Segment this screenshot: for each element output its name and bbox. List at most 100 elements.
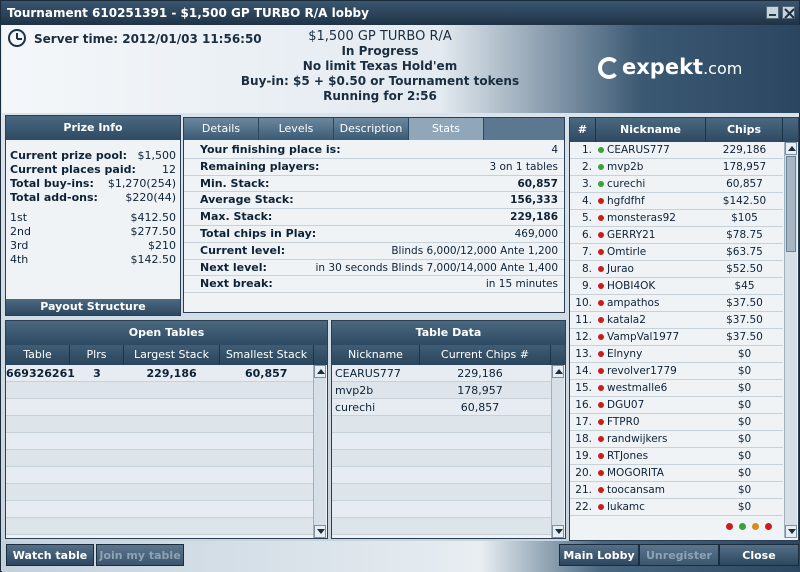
player-row[interactable]: 5. monsteras92 $105 bbox=[570, 210, 783, 227]
player-row[interactable]: 10. ampathos $37.50 bbox=[570, 295, 783, 312]
player-row[interactable]: 17. FTPR0 $0 bbox=[570, 414, 783, 431]
player-chips: $0 bbox=[737, 450, 752, 462]
col-rank[interactable]: # bbox=[570, 118, 596, 142]
player-row[interactable]: 1. CEARUS777 229,186 bbox=[570, 142, 783, 159]
status-dot-icon bbox=[598, 300, 604, 306]
player-nickname-cell: lukamc bbox=[596, 499, 706, 515]
player-nickname-cell: MOGORITA bbox=[596, 465, 706, 481]
tab-description[interactable]: Description bbox=[334, 118, 409, 140]
main-lobby-button[interactable]: Main Lobby bbox=[559, 544, 639, 566]
col-table[interactable]: Table bbox=[6, 345, 70, 365]
open-tables-header: Table Plrs Largest Stack Smallest Stack bbox=[6, 345, 327, 365]
player-nickname-cell: revolver1779 bbox=[596, 363, 706, 379]
player-nickname: toocansam bbox=[607, 483, 665, 496]
player-chips: $37.50 bbox=[726, 331, 763, 343]
player-row[interactable]: 3. curechi 60,857 bbox=[570, 176, 783, 193]
stats-list: Your finishing place is: 4 Remaining playe… bbox=[184, 140, 564, 294]
stat-label: Min. Stack: bbox=[200, 176, 270, 190]
player-row[interactable]: 18. randwijkers $0 bbox=[570, 431, 783, 448]
prize-row: Total buy-ins: $1,270(254) bbox=[10, 177, 176, 191]
stat-row: Remaining players: 3 on 1 tables bbox=[184, 159, 564, 176]
watch-table-button[interactable]: Watch table bbox=[6, 544, 94, 566]
players-panel: # Nickname Chips 1. CEARUS777 229,186 2. mvp… bbox=[569, 117, 799, 541]
payout-place-row: 1st $412.50 bbox=[10, 211, 176, 225]
scroll-thumb[interactable] bbox=[786, 156, 796, 252]
scroll-up-icon[interactable] bbox=[314, 365, 326, 378]
payout-structure-button[interactable]: Payout Structure bbox=[6, 299, 180, 315]
scroll-down-icon[interactable] bbox=[785, 525, 797, 538]
col-plrs[interactable]: Plrs bbox=[70, 345, 124, 365]
player-row[interactable]: 8. Jurao $52.50 bbox=[570, 261, 783, 278]
table-data-row[interactable]: curechi 60,857 bbox=[332, 399, 551, 416]
close-window-button[interactable] bbox=[782, 6, 795, 19]
player-nickname: curechi bbox=[607, 177, 646, 190]
player-rank: 21. bbox=[575, 484, 592, 496]
player-row[interactable]: 19. RTJones $0 bbox=[570, 448, 783, 465]
player-row[interactable]: 2. mvp2b 178,957 bbox=[570, 159, 783, 176]
join-my-table-button[interactable]: Join my table bbox=[96, 544, 184, 566]
open-table-row[interactable]: 669326261 3 229,186 60,857 bbox=[6, 365, 313, 382]
col-nickname[interactable]: Nickname bbox=[332, 345, 420, 365]
scroll-down-icon[interactable] bbox=[314, 525, 326, 538]
player-chips: $0 bbox=[737, 467, 752, 479]
scroll-down-icon[interactable] bbox=[552, 525, 564, 538]
player-nickname: RTJones bbox=[607, 449, 649, 462]
player-nickname-cell: RTJones bbox=[596, 448, 706, 464]
stat-value: 4 bbox=[551, 144, 558, 156]
running-time: Running for 2:56 bbox=[323, 89, 437, 103]
player-chips: $0 bbox=[737, 501, 752, 513]
players-scrollbar[interactable] bbox=[784, 142, 797, 538]
prize-label: Current places paid: bbox=[10, 163, 136, 176]
player-row[interactable]: 16. DGU07 $0 bbox=[570, 397, 783, 414]
player-row[interactable]: 4. hgfdfhf $142.50 bbox=[570, 193, 783, 210]
player-row[interactable]: 20. MOGORITA $0 bbox=[570, 465, 783, 482]
player-row[interactable]: 11. katala2 $37.50 bbox=[570, 312, 783, 329]
table-data-row[interactable]: CEARUS777 229,186 bbox=[332, 365, 551, 382]
unregister-button[interactable]: Unregister bbox=[639, 544, 719, 566]
player-nickname-cell: monsteras92 bbox=[596, 210, 706, 226]
player-row[interactable]: 6. GERRY21 $78.75 bbox=[570, 227, 783, 244]
player-row[interactable]: 21. toocansam $0 bbox=[570, 482, 783, 499]
col-nickname[interactable]: Nickname bbox=[596, 118, 706, 142]
open-tables-scrollbar[interactable] bbox=[313, 365, 326, 538]
player-nickname: katala2 bbox=[607, 313, 646, 326]
player-rank: 2. bbox=[581, 161, 592, 173]
tab-details[interactable]: Details bbox=[184, 118, 259, 140]
table-data-scrollbar[interactable] bbox=[551, 365, 564, 538]
status-dot-icon bbox=[598, 470, 604, 476]
player-row[interactable]: 9. HOBI4OK $45 bbox=[570, 278, 783, 295]
player-nickname-cell: VampVal1977 bbox=[596, 329, 706, 345]
status-dot-icon bbox=[598, 385, 604, 391]
col-current-chips[interactable]: Current Chips # bbox=[420, 345, 551, 365]
close-button[interactable]: Close bbox=[719, 544, 799, 566]
server-time: Server time: 2012/01/03 11:56:50 bbox=[34, 32, 262, 46]
col-smallest-stack[interactable]: Smallest Stack bbox=[220, 345, 314, 365]
tab-stats[interactable]: Stats bbox=[409, 118, 484, 140]
player-row[interactable]: 12. VampVal1977 $37.50 bbox=[570, 329, 783, 346]
scroll-up-icon[interactable] bbox=[785, 142, 797, 155]
player-nickname: Elnyny bbox=[607, 347, 643, 360]
col-chips[interactable]: Chips bbox=[706, 118, 783, 142]
scroll-up-icon[interactable] bbox=[552, 365, 564, 378]
stat-value: 229,186 bbox=[510, 211, 558, 224]
player-row[interactable]: 13. Elnyny $0 bbox=[570, 346, 783, 363]
stat-label: Next break: bbox=[200, 277, 273, 291]
player-row[interactable]: 15. westmalle6 $0 bbox=[570, 380, 783, 397]
col-largest-stack[interactable]: Largest Stack bbox=[124, 345, 220, 365]
player-row[interactable]: 22. lukamc $0 bbox=[570, 499, 783, 516]
player-nickname: DGU07 bbox=[607, 398, 645, 411]
cell-chips: 178,957 bbox=[457, 384, 503, 397]
player-row[interactable]: 14. revolver1779 $0 bbox=[570, 363, 783, 380]
status-dot-icon bbox=[598, 368, 604, 374]
logo-text: expekt bbox=[622, 55, 704, 79]
player-rank: 19. bbox=[575, 450, 592, 462]
table-data-row[interactable]: mvp2b 178,957 bbox=[332, 382, 551, 399]
cell-nickname: mvp2b bbox=[335, 384, 374, 397]
tab-levels[interactable]: Levels bbox=[259, 118, 334, 140]
stat-row: Next level: in 30 seconds Blinds 7,000/14… bbox=[184, 260, 564, 277]
player-row[interactable]: 7. Omtirle $63.75 bbox=[570, 244, 783, 261]
prize-row: Current places paid: 12 bbox=[10, 163, 176, 177]
minimize-button[interactable] bbox=[766, 6, 779, 19]
legend-dot-icon bbox=[726, 523, 733, 530]
empty-row bbox=[332, 518, 551, 535]
